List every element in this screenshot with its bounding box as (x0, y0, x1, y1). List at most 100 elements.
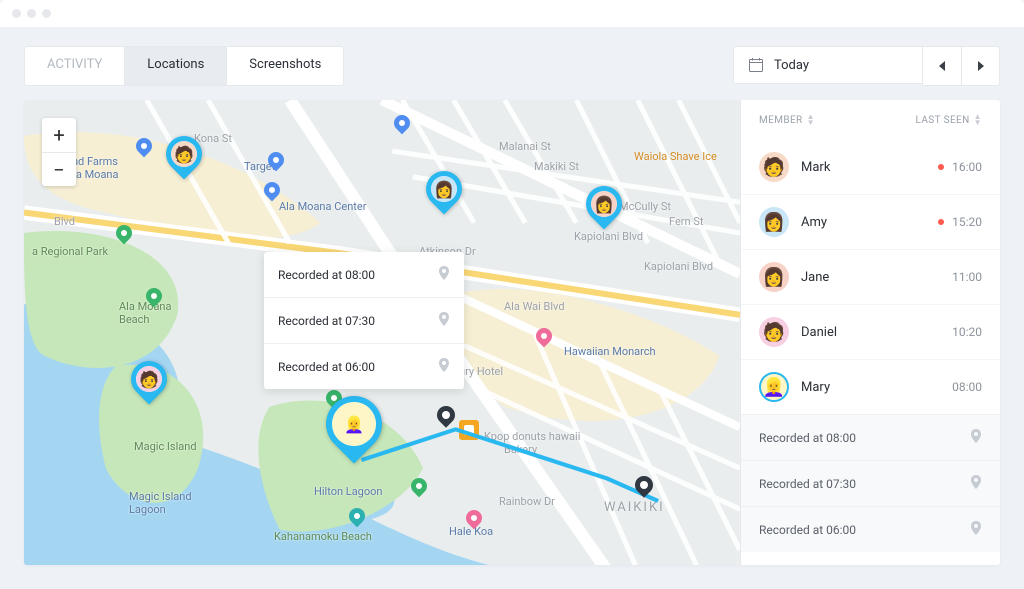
zoom-in-button[interactable]: + (42, 118, 76, 152)
avatar: 🧑 (759, 317, 789, 347)
poi-pin (466, 510, 482, 530)
member-row[interactable]: 🧑 Mark 16:00 (741, 140, 1000, 194)
date-next-button[interactable] (961, 47, 999, 85)
tab-activity[interactable]: ACTIVITY (25, 47, 125, 85)
tab-locations[interactable]: Locations (125, 47, 227, 85)
map-label: Hilton Lagoon (314, 485, 382, 498)
zoom-out-button[interactable]: − (42, 152, 76, 186)
date-selector[interactable]: Today (733, 46, 923, 84)
chevron-right-icon (978, 61, 984, 71)
poi-pin (116, 225, 132, 245)
map-pin-daniel[interactable]: 🧑 (131, 361, 167, 405)
member-header-label: MEMBER (759, 115, 803, 126)
member-time: 08:00 (952, 380, 982, 394)
map-label: Ala Moana Center (279, 200, 366, 213)
calendar-icon (748, 57, 764, 73)
poi-pin (536, 328, 552, 348)
poi-pin (268, 152, 284, 172)
popup-record-row[interactable]: Recorded at 08:00 (264, 252, 464, 297)
map-label: Kapiolani Blvd (644, 260, 713, 273)
pin-icon (970, 521, 982, 538)
member-time: 11:00 (952, 270, 982, 284)
poi-pin (349, 508, 365, 528)
member-time: 15:20 (952, 215, 982, 229)
record-label: Recorded at 06:00 (759, 523, 856, 537)
map-label: Makiki St (534, 160, 579, 173)
member-time: 16:00 (952, 160, 982, 174)
member-row[interactable]: 👩 Amy 15:20 (741, 194, 1000, 249)
route-waypoint-marker[interactable] (635, 476, 653, 500)
avatar: 👱‍♀️ (759, 372, 789, 402)
map-pin-amy[interactable]: 👩 (426, 171, 462, 215)
live-indicator-icon (938, 164, 944, 170)
poi-pin (394, 115, 410, 135)
poi-pin (146, 288, 162, 308)
map-label: a Regional Park (32, 245, 108, 258)
route-waypoint-marker[interactable] (437, 406, 455, 430)
poi-pin (264, 182, 280, 202)
map-pin-selected[interactable]: 👱‍♀️ (326, 396, 382, 460)
pin-icon (970, 475, 982, 492)
tab-screenshots[interactable]: Screenshots (227, 47, 343, 85)
popup-record-label: Recorded at 08:00 (278, 268, 375, 282)
poi-pin (411, 478, 427, 498)
popup-record-label: Recorded at 07:30 (278, 314, 375, 328)
map-label: Fern St (669, 215, 703, 228)
member-name: Daniel (801, 325, 837, 340)
avatar: 👩 (759, 262, 789, 292)
location-history-popup: Recorded at 08:00 Recorded at 07:30 Reco… (264, 252, 464, 389)
map-label: Kapiolani Blvd (574, 230, 643, 243)
view-tabs: ACTIVITY Locations Screenshots (24, 46, 344, 86)
pin-icon (970, 429, 982, 446)
member-time: 10:20 (952, 325, 982, 339)
sort-member[interactable]: MEMBER ▲▼ (759, 114, 815, 126)
map-label: ury Hotel (459, 365, 503, 378)
pin-icon (438, 312, 450, 329)
map-label: Ala Wai Blvd (504, 300, 565, 313)
members-sidebar: MEMBER ▲▼ LAST SEEN ▲▼ 🧑 Mark 16:00 👩 Am… (740, 100, 1000, 565)
date-prev-button[interactable] (923, 47, 961, 85)
window-titlebar (0, 0, 1024, 28)
map-pin-mark[interactable]: 🧑 (166, 136, 202, 180)
chevron-left-icon (939, 61, 945, 71)
member-row[interactable]: 👩 Jane 11:00 (741, 249, 1000, 304)
traffic-dot (42, 9, 51, 18)
map-label: Hawaiian Monarch (564, 345, 656, 358)
live-indicator-icon (938, 219, 944, 225)
map-label: Magic Island (134, 440, 197, 453)
map-label: Kpop donuts hawaii (484, 430, 580, 443)
record-row[interactable]: Recorded at 08:00 (741, 414, 1000, 460)
map-label: Kahanamoku Beach (274, 530, 372, 543)
pin-icon (438, 266, 450, 283)
map-label: Malanai St (499, 140, 551, 153)
record-label: Recorded at 07:30 (759, 477, 856, 491)
map-label: Waiola Shave Ice (634, 150, 717, 163)
popup-record-row[interactable]: Recorded at 06:00 (264, 343, 464, 389)
popup-record-label: Recorded at 06:00 (278, 360, 375, 374)
map-label: WAIKIKI (604, 500, 665, 515)
popup-record-row[interactable]: Recorded at 07:30 (264, 297, 464, 343)
record-row[interactable]: Recorded at 07:30 (741, 460, 1000, 506)
poi-pin (136, 138, 152, 158)
member-name: Amy (801, 215, 827, 230)
member-name: Mary (801, 380, 830, 395)
member-name: Jane (801, 270, 829, 285)
map-label: Blvd (54, 215, 75, 228)
map-label: Bakery (504, 443, 537, 456)
map-label: Rainbow Dr (499, 495, 555, 508)
avatar: 🧑 (759, 152, 789, 182)
map-label: McCully St (619, 200, 671, 213)
avatar: 👩 (759, 207, 789, 237)
map-view[interactable]: and Farms Ala MoanaKona StTargetAla Moan… (24, 100, 740, 565)
member-row[interactable]: 👱‍♀️ Mary 08:00 (741, 359, 1000, 414)
traffic-dot (27, 9, 36, 18)
date-label: Today (774, 58, 809, 73)
record-row[interactable]: Recorded at 06:00 (741, 506, 1000, 552)
poi-restaurant-icon (459, 420, 479, 440)
record-label: Recorded at 08:00 (759, 431, 856, 445)
sort-last-seen[interactable]: LAST SEEN ▲▼ (915, 114, 982, 126)
map-label: Magic Island Lagoon (129, 490, 192, 516)
map-pin-jane[interactable]: 👩 (586, 186, 622, 230)
member-row[interactable]: 🧑 Daniel 10:20 (741, 304, 1000, 359)
pin-icon (438, 358, 450, 375)
